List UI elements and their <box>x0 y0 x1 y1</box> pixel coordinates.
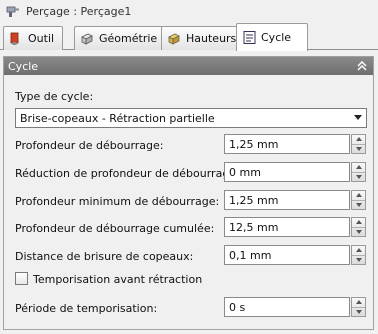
min-peck-depth-label: Profondeur minimum de débourrage: <box>15 195 220 208</box>
tab-hauteurs[interactable]: Hauteurs <box>161 26 246 50</box>
cycle-icon <box>241 30 257 46</box>
window-title: Perçage : Perçage1 <box>26 4 132 18</box>
chip-break-distance-input[interactable]: 0,1 mm <box>224 245 350 265</box>
cycle-type-select[interactable]: Brise-copeaux - Rétraction partielle <box>15 108 367 128</box>
spin-down-icon[interactable] <box>352 254 365 265</box>
chip-break-distance-value: 0,1 mm <box>229 248 272 262</box>
cumulative-peck-depth-spinner[interactable] <box>351 217 366 237</box>
min-peck-depth-input[interactable]: 1,25 mm <box>224 190 350 210</box>
peck-depth-input[interactable]: 1,25 mm <box>224 134 350 154</box>
cumulative-peck-depth-value: 12,5 mm <box>229 220 279 234</box>
peck-reduction-input[interactable]: 0 mm <box>224 162 350 182</box>
heights-icon <box>166 31 182 47</box>
tab-label: Hauteurs <box>186 32 237 45</box>
spin-down-icon[interactable] <box>352 306 365 317</box>
geometry-icon <box>79 31 95 47</box>
tab-label: Géométrie <box>99 32 158 45</box>
spin-up-icon[interactable] <box>352 298 365 307</box>
window-titlebar: Perçage : Perçage1 <box>0 0 378 22</box>
spin-up-icon[interactable] <box>352 191 365 200</box>
drill-icon <box>5 3 21 19</box>
dwell-checkbox-label[interactable]: Temporisation avant rétraction <box>33 273 202 286</box>
spin-up-icon[interactable] <box>352 135 365 144</box>
dwell-period-input[interactable]: 0 s <box>224 297 350 317</box>
tab-geometrie[interactable]: Géométrie <box>74 26 167 50</box>
chevron-down-icon <box>354 115 362 120</box>
panel-title: Cycle <box>8 59 39 73</box>
panel-header[interactable]: Cycle <box>4 57 373 75</box>
peck-reduction-spinner[interactable] <box>351 162 366 182</box>
peck-depth-label: Profondeur de débourrage: <box>15 139 164 152</box>
dwell-period-label: Période de temporisation: <box>15 302 158 315</box>
tab-label: Outil <box>28 32 55 45</box>
chip-break-distance-spinner[interactable] <box>351 245 366 265</box>
min-peck-depth-value: 1,25 mm <box>229 193 279 207</box>
dwell-period-spinner[interactable] <box>351 297 366 317</box>
cycle-type-label: Type de cycle: <box>15 90 94 103</box>
dwell-checkbox[interactable] <box>15 272 28 285</box>
spin-up-icon[interactable] <box>352 163 365 172</box>
cycle-panel: Cycle Type de cycle: Brise-copeaux - Rét… <box>3 56 374 330</box>
collapse-icon[interactable] <box>355 59 368 72</box>
tab-outil[interactable]: Outil <box>3 26 64 50</box>
cycle-type-value: Brise-copeaux - Rétraction partielle <box>20 111 215 125</box>
cumulative-peck-depth-input[interactable]: 12,5 mm <box>224 217 350 237</box>
tab-label: Cycle <box>261 31 292 44</box>
spin-down-icon[interactable] <box>352 143 365 154</box>
dwell-period-value: 0 s <box>229 300 246 314</box>
tab-bar: Outil Géométrie Hauteurs Cycle <box>0 22 378 51</box>
peck-reduction-value: 0 mm <box>229 165 261 179</box>
peck-depth-value: 1,25 mm <box>229 137 279 151</box>
chip-break-distance-label: Distance de brisure de copeaux: <box>15 250 194 263</box>
peck-reduction-label: Réduction de profondeur de débourrage: <box>15 167 240 180</box>
spin-down-icon[interactable] <box>352 171 365 182</box>
min-peck-depth-spinner[interactable] <box>351 190 366 210</box>
tab-cycle[interactable]: Cycle <box>236 23 308 51</box>
spin-up-icon[interactable] <box>352 218 365 227</box>
tool-icon <box>8 31 24 47</box>
peck-depth-spinner[interactable] <box>351 134 366 154</box>
spin-down-icon[interactable] <box>352 226 365 237</box>
spin-up-icon[interactable] <box>352 246 365 255</box>
spin-down-icon[interactable] <box>352 199 365 210</box>
cumulative-peck-depth-label: Profondeur de débourrage cumulée: <box>15 222 215 235</box>
